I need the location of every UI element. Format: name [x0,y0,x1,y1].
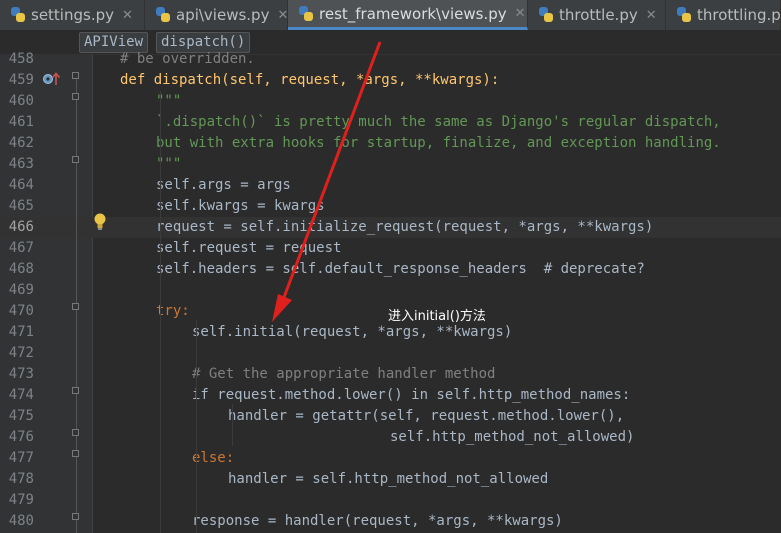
red-arrow-annotation [272,41,382,322]
annotation-note: 进入initial()方法 [388,309,486,324]
